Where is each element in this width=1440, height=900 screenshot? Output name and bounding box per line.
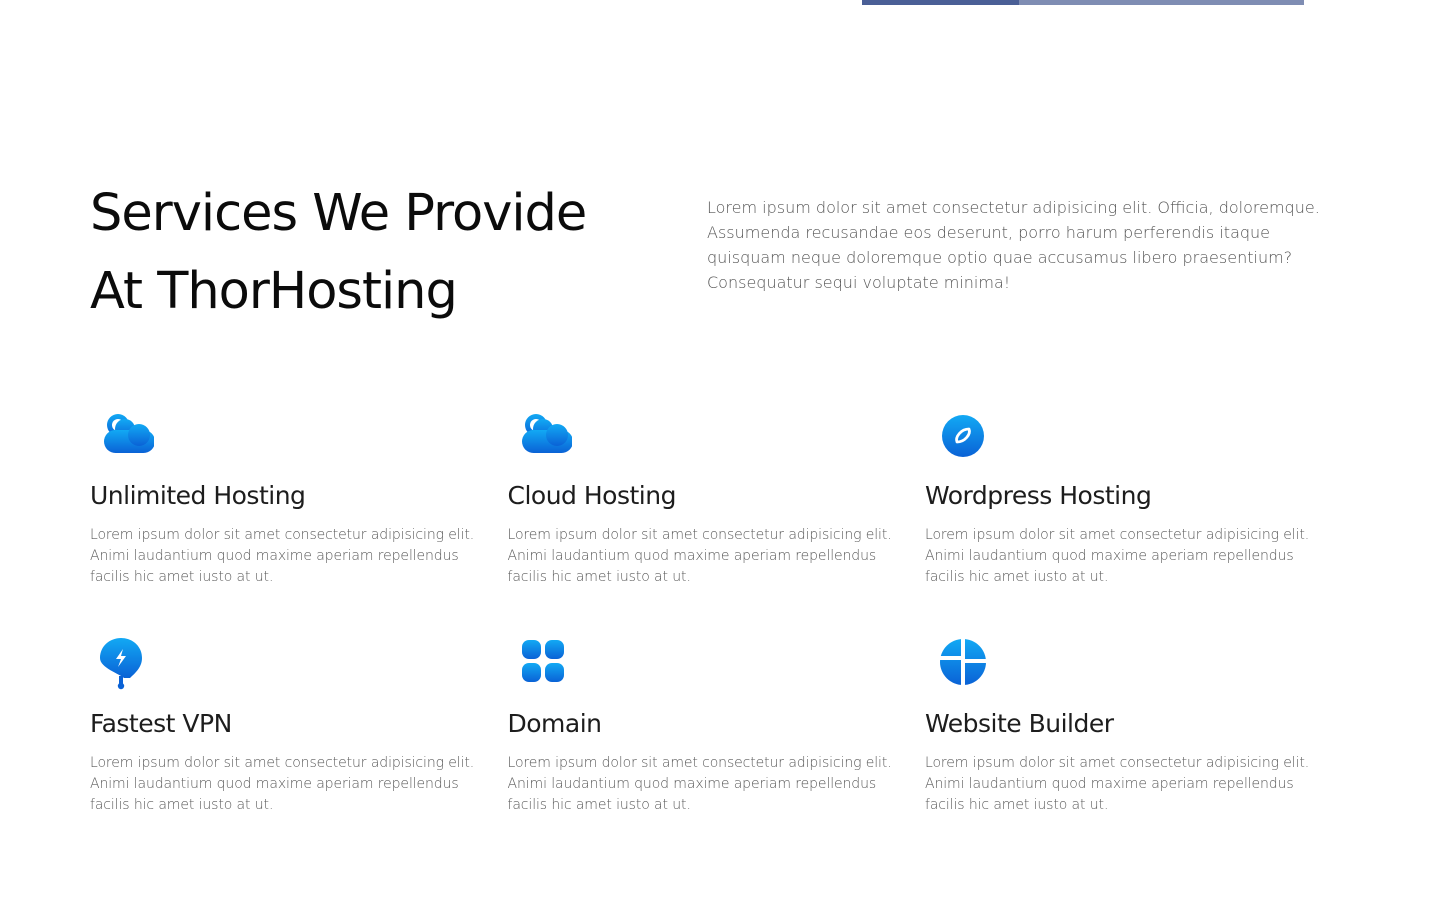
service-description: Lorem ipsum dolor sit amet consectetur a… <box>90 755 475 813</box>
lightning-pin-icon <box>98 636 154 692</box>
cloud-icon <box>516 408 572 464</box>
service-title: Fastest VPN <box>90 709 232 738</box>
service-description: Lorem ipsum dolor sit amet consectetur a… <box>90 527 475 585</box>
grid-icon <box>516 636 572 692</box>
section-heading-block: Services We Provide At ThorHosting <box>90 175 670 331</box>
compass-icon <box>933 408 989 464</box>
service-card-wordpress-hosting: Wordpress Hosting Lorem ipsum dolor sit … <box>925 408 1343 594</box>
service-card-fastest-vpn: Fastest VPN Lorem ipsum dolor sit amet c… <box>90 636 508 822</box>
service-card-cloud-hosting: Cloud Hosting Lorem ipsum dolor sit amet… <box>508 408 926 594</box>
services-page: Services We Provide At ThorHosting Lorem… <box>0 0 1440 900</box>
services-grid: Unlimited Hosting Lorem ipsum dolor sit … <box>90 408 1350 822</box>
service-description: Lorem ipsum dolor sit amet consectetur a… <box>925 755 1310 813</box>
top-progress-fill <box>862 0 1019 5</box>
service-description: Lorem ipsum dolor sit amet consectetur a… <box>507 755 892 813</box>
service-title: Unlimited Hosting <box>90 481 306 510</box>
service-title: Domain <box>507 709 603 738</box>
section-title-line-2: At ThorHosting <box>90 262 458 321</box>
section-intro-text: Lorem ipsum dolor sit amet consectetur a… <box>707 198 1320 292</box>
top-progress-strip <box>862 0 1304 5</box>
service-card-website-builder: Website Builder Lorem ipsum dolor sit am… <box>925 636 1343 822</box>
service-description: Lorem ipsum dolor sit amet consectetur a… <box>925 527 1310 585</box>
pie-chart-icon <box>933 636 989 692</box>
service-description: Lorem ipsum dolor sit amet consectetur a… <box>507 527 892 585</box>
cloud-icon <box>98 408 154 464</box>
service-card-domain: Domain Lorem ipsum dolor sit amet consec… <box>508 636 926 822</box>
service-card-unlimited-hosting: Unlimited Hosting Lorem ipsum dolor sit … <box>90 408 508 594</box>
section-title: Services We Provide At ThorHosting <box>90 175 670 331</box>
service-title: Website Builder <box>925 709 1114 738</box>
service-title: Cloud Hosting <box>507 481 677 510</box>
section-title-line-1: Services We Provide <box>90 184 587 243</box>
service-title: Wordpress Hosting <box>925 481 1152 510</box>
